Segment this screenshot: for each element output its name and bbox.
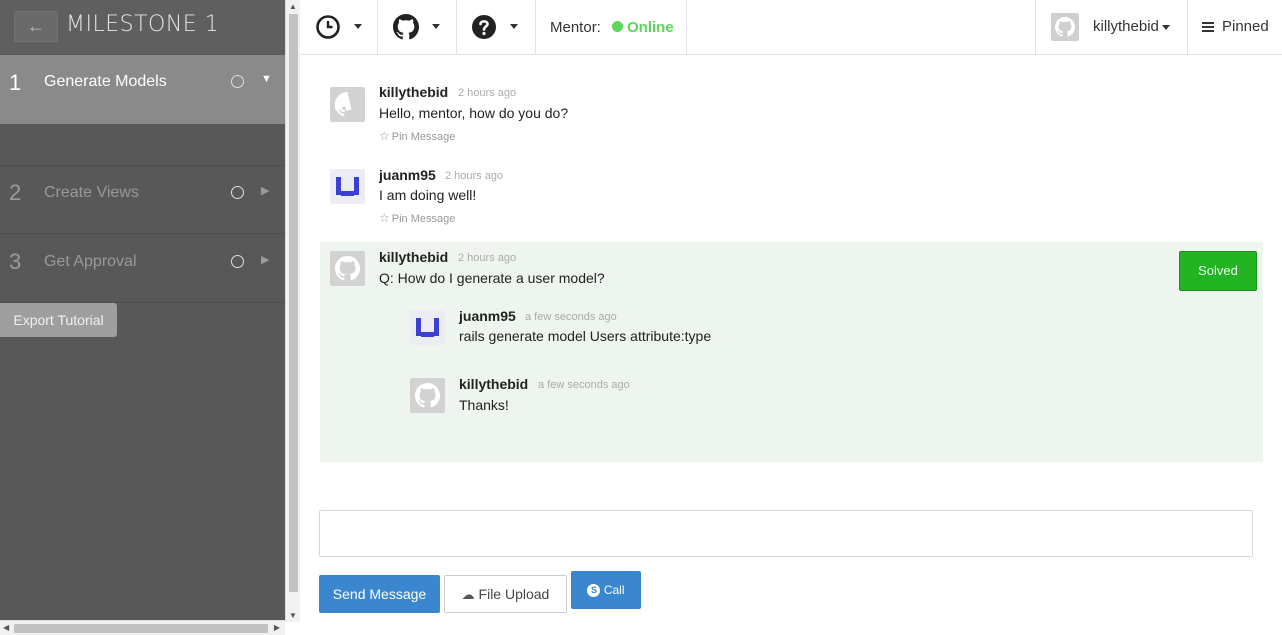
pinned-button[interactable]: Pinned [1222,18,1269,35]
reply-author: killythebid [459,376,529,392]
avatar [1051,13,1079,41]
help-icon [472,15,496,39]
identicon-icon [336,177,359,196]
reply-text: Thanks! [459,397,509,413]
message-text: Hello, mentor, how do you do? [379,105,569,121]
scrollbar-thumb[interactable] [289,14,298,592]
message-time: 2 hours ago [458,252,517,264]
export-tutorial-button[interactable]: Export Tutorial [0,303,117,337]
message-author: killythebid [379,249,449,265]
call-button[interactable]: S Call [571,571,641,609]
avatar [410,378,445,413]
step-status-circle-icon [231,75,244,88]
online-status-dot-icon [612,21,623,32]
message-time: 2 hours ago [445,170,504,182]
help-menu[interactable] [457,0,536,54]
scroll-up-icon[interactable]: ▲ [289,2,297,11]
scroll-down-icon[interactable]: ▼ [289,611,297,620]
reply-time: a few seconds ago [538,379,630,391]
message-author: killythebid [379,84,449,100]
user-menu[interactable]: killythebid [1035,0,1188,54]
step-get-approval[interactable]: 3 Get Approval ▶ [0,235,285,303]
cloud-upload-icon: ☁ [461,587,475,602]
message-input[interactable] [319,510,1253,557]
pin-message-button[interactable]: ☆ Pin Message [379,129,455,143]
identicon-icon [416,318,439,337]
github-icon [393,14,419,40]
caret-down-icon[interactable]: ▼ [261,73,272,85]
message-text: I am doing well! [379,187,477,203]
milestone-title: MILESTONE 1 [66,12,220,37]
caret-right-icon[interactable]: ▶ [261,184,269,197]
avatar [330,251,365,286]
message-author: juanm95 [379,167,436,183]
scroll-left-icon[interactable]: ◀ [3,623,9,632]
solved-button[interactable]: Solved [1179,251,1257,291]
top-bar: Mentor: Online killythebid Pinned [300,0,1282,55]
step-expanded-area [0,124,285,166]
github-menu[interactable] [378,0,457,54]
caret-down-icon [432,24,440,29]
milestone-sidebar: ← MILESTONE 1 1 Generate Models ▼ 2 Crea… [0,0,285,622]
send-message-button[interactable]: Send Message [319,575,440,613]
avatar [330,169,365,204]
step-label: Generate Models [44,73,167,90]
reply-time: a few seconds ago [525,311,617,323]
caret-down-icon [1162,25,1170,30]
github-icon [335,256,360,281]
username: killythebid [1093,18,1159,35]
skype-icon: S [587,584,601,598]
history-menu[interactable] [300,0,378,54]
avatar [410,310,445,345]
back-button[interactable]: ← [14,11,58,42]
reply-author: juanm95 [459,308,516,324]
mentor-label: Mentor: [550,19,601,36]
scroll-right-icon[interactable]: ▶ [274,623,280,632]
star-icon: ☆ [379,129,390,143]
sidebar-header: ← MILESTONE 1 [0,0,285,55]
avatar [330,87,365,122]
step-status-circle-icon [231,255,244,268]
caret-down-icon [354,24,362,29]
step-label: Create Views [44,184,139,201]
scrollbar-thumb[interactable] [14,624,268,633]
message-time: 2 hours ago [458,87,517,99]
star-icon: ☆ [379,211,390,225]
sidebar-vertical-scrollbar[interactable]: ▲ ▼ [285,0,300,622]
mentor-status-text: Online [627,19,674,36]
file-upload-button[interactable]: ☁ File Upload [444,575,567,613]
step-create-views[interactable]: 2 Create Views ▶ [0,166,285,234]
caret-right-icon[interactable]: ▶ [261,253,269,266]
question-text: Q: How do I generate a user model? [379,270,605,286]
clock-icon [316,15,340,39]
github-icon [415,383,440,408]
hamburger-icon[interactable] [1202,22,1214,32]
step-status-circle-icon [231,186,244,199]
step-generate-models[interactable]: 1 Generate Models ▼ [0,55,285,124]
step-number: 2 [9,180,22,205]
github-icon [1055,17,1075,37]
step-number: 1 [9,70,22,95]
reply-text: rails generate model Users attribute:typ… [459,328,712,344]
step-label: Get Approval [44,253,137,270]
sidebar-horizontal-scrollbar[interactable]: ◀ ▶ [0,620,285,635]
caret-down-icon [510,24,518,29]
github-icon [335,92,352,117]
pin-message-button[interactable]: ☆ Pin Message [379,211,455,225]
step-number: 3 [9,249,22,274]
